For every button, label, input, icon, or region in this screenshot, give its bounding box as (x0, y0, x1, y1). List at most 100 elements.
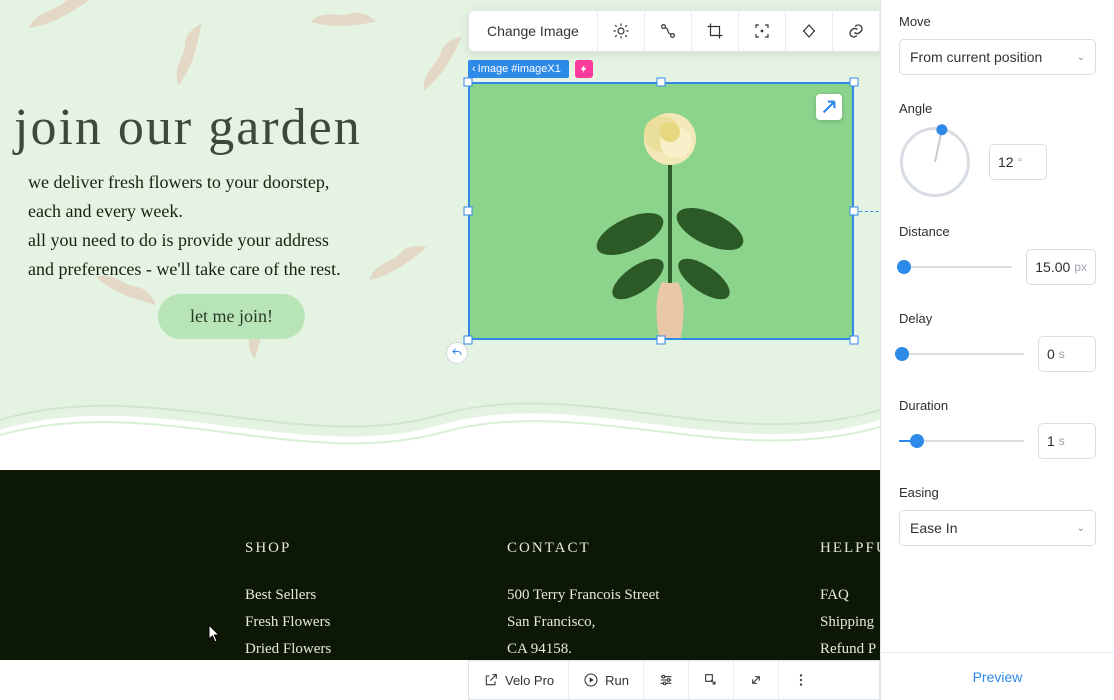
change-image-button[interactable]: Change Image (469, 11, 598, 51)
selected-image[interactable] (468, 82, 854, 340)
footer-text: 500 Terry Francois Street (507, 587, 659, 604)
crop-icon (706, 22, 724, 40)
footer-text: San Francisco, (507, 614, 659, 631)
move-select[interactable]: From current position ⌄ (899, 39, 1096, 75)
hero-line: and preferences - we'll take care of the… (28, 255, 438, 284)
resize-handle[interactable] (464, 336, 473, 345)
element-toolbar: Change Image (468, 10, 927, 52)
settings-button[interactable] (598, 11, 645, 51)
expand-icon (748, 672, 764, 688)
distance-slider[interactable] (899, 260, 1012, 274)
undo-button[interactable] (446, 342, 468, 364)
hero-line: all you need to do is provide your addre… (28, 226, 438, 255)
resize-handle[interactable] (657, 336, 666, 345)
selection-badge[interactable]: ‹ Image #imageX1 (468, 60, 569, 78)
path-icon (659, 22, 677, 40)
delay-value: 0 (1047, 346, 1055, 362)
footer-link[interactable]: Fresh Flowers (245, 614, 331, 631)
dev-toolbar: Velo Pro Run (468, 660, 880, 700)
footer-heading: CONTACT (507, 540, 659, 557)
selected-image-wrapper[interactable]: ‹ Image #imageX1 (468, 82, 854, 340)
footer-heading: HELPFU (820, 540, 880, 557)
resize-handle[interactable] (464, 207, 473, 216)
more-vertical-icon (793, 672, 809, 688)
preview-button[interactable]: Preview (881, 652, 1114, 700)
run-button[interactable]: Run (569, 661, 644, 699)
easing-select[interactable]: Ease In ⌄ (899, 510, 1096, 546)
velo-pro-label: Velo Pro (505, 673, 554, 688)
footer-link[interactable]: Dried Flowers (245, 641, 331, 658)
footer-section: SHOP Best Sellers Fresh Flowers Dried Fl… (0, 470, 880, 660)
distance-value: 15.00 (1035, 259, 1070, 275)
footer-col-help: HELPFU FAQ Shipping Refund P (820, 540, 880, 660)
footer-link[interactable]: FAQ (820, 587, 880, 604)
properties-panel: Move From current position ⌄ Angle 12 ° … (880, 0, 1114, 700)
easing-select-value: Ease In (910, 520, 957, 536)
link-button[interactable] (833, 11, 880, 51)
duration-value: 1 (1047, 433, 1055, 449)
delay-label: Delay (899, 311, 1096, 326)
distance-unit: px (1074, 260, 1087, 274)
footer-text: CA 94158. (507, 641, 659, 658)
inspect-button[interactable] (689, 661, 734, 699)
gear-icon (612, 22, 630, 40)
crop-button[interactable] (692, 11, 739, 51)
velo-pro-button[interactable]: Velo Pro (469, 661, 569, 699)
footer-link[interactable]: Best Sellers (245, 587, 331, 604)
move-label: Move (899, 14, 1096, 29)
resize-handle[interactable] (464, 78, 473, 87)
duration-input[interactable]: 1 s (1038, 423, 1096, 459)
flower-illustration (470, 84, 854, 340)
angle-dial[interactable] (899, 126, 971, 198)
run-label: Run (605, 673, 629, 688)
chevron-down-icon: ⌄ (1077, 523, 1085, 534)
wave-divider (0, 375, 880, 470)
duration-label: Duration (899, 398, 1096, 413)
animation-button[interactable] (645, 11, 692, 51)
editor-canvas[interactable]: join our garden we deliver fresh flowers… (0, 0, 880, 660)
resize-handle[interactable] (850, 78, 859, 87)
selection-label-text: Image #imageX1 (478, 63, 561, 75)
resize-handle[interactable] (850, 336, 859, 345)
move-select-value: From current position (910, 49, 1042, 65)
delay-input[interactable]: 0 s (1038, 336, 1096, 372)
angle-label: Angle (899, 101, 1096, 116)
chevron-left-icon: ‹ (472, 63, 476, 75)
decorative-leaf (10, 0, 100, 70)
lightning-icon (579, 64, 589, 74)
delay-slider[interactable] (899, 347, 1024, 361)
inspect-cursor-icon (703, 672, 719, 688)
undo-icon (451, 347, 463, 359)
play-icon (583, 672, 599, 688)
resize-handle[interactable] (657, 78, 666, 87)
angle-value: 12 (998, 154, 1014, 170)
hero-copy: we deliver fresh flowers to your doorste… (28, 168, 438, 284)
hero-title: join our garden (14, 98, 362, 157)
focal-point-button[interactable] (739, 11, 786, 51)
mask-button[interactable] (786, 11, 833, 51)
expand-image-button[interactable] (816, 94, 842, 120)
more-button[interactable] (779, 661, 823, 699)
hero-line: we deliver fresh flowers to your doorste… (28, 168, 438, 197)
footer-heading: SHOP (245, 540, 331, 557)
sliders-icon (658, 672, 674, 688)
fullscreen-button[interactable] (734, 661, 779, 699)
angle-unit: ° (1018, 155, 1023, 169)
distance-label: Distance (899, 224, 1096, 239)
footer-link[interactable]: Shipping (820, 614, 880, 631)
decorative-leaf (286, 0, 385, 79)
focal-point-icon (753, 22, 771, 40)
duration-unit: s (1059, 434, 1065, 448)
angle-input[interactable]: 12 ° (989, 144, 1047, 180)
easing-label: Easing (899, 485, 1096, 500)
link-icon (847, 22, 865, 40)
footer-link[interactable]: Refund P (820, 641, 880, 658)
lightning-badge[interactable] (575, 60, 593, 78)
join-button[interactable]: let me join! (158, 294, 305, 339)
delay-unit: s (1059, 347, 1065, 361)
expand-diagonal-icon (816, 94, 842, 120)
resize-handle[interactable] (850, 207, 859, 216)
duration-slider[interactable] (899, 434, 1024, 448)
filters-button[interactable] (644, 661, 689, 699)
distance-input[interactable]: 15.00 px (1026, 249, 1096, 285)
